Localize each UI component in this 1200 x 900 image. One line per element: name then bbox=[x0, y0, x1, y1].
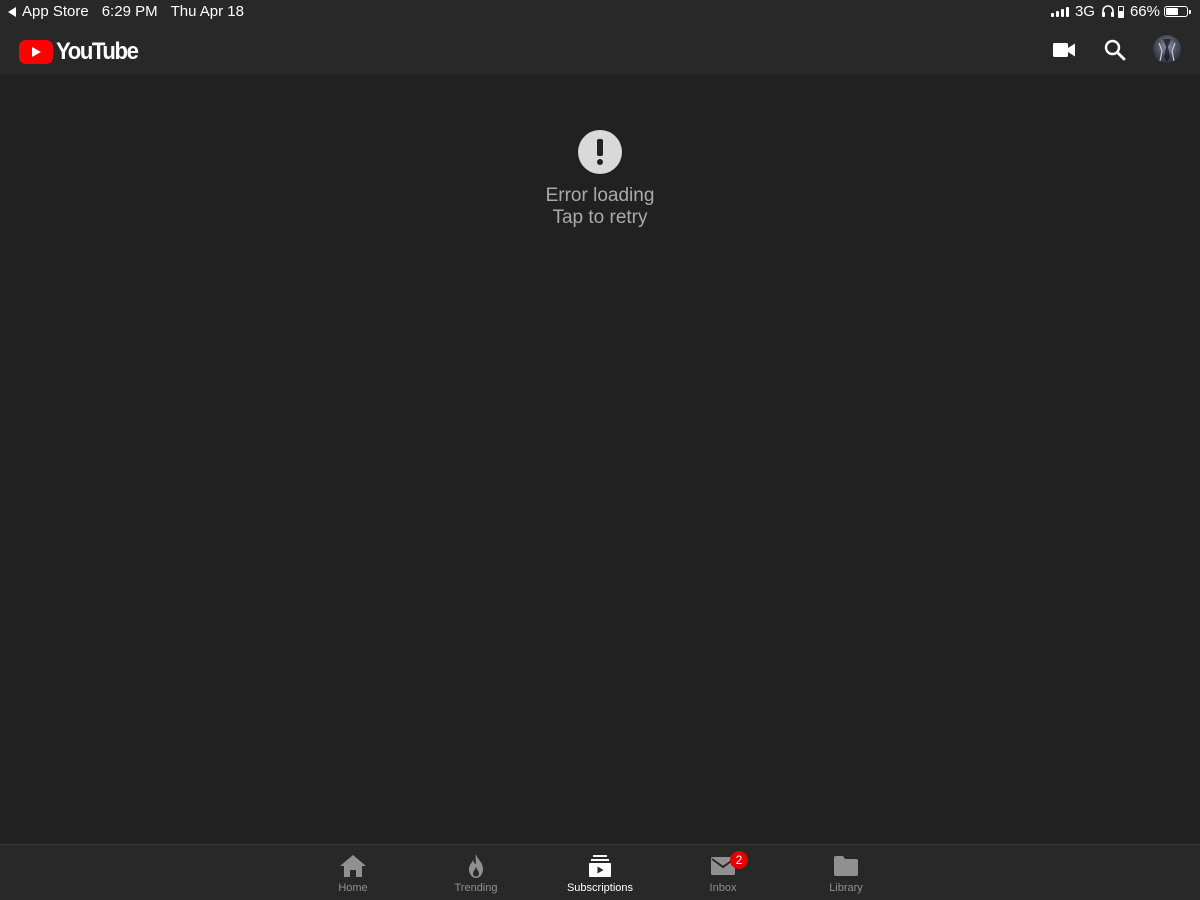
exclamation-dot bbox=[597, 159, 603, 165]
upload-video-button[interactable] bbox=[1050, 36, 1078, 64]
subscriptions-icon-wrap bbox=[550, 851, 650, 881]
exclamation-bar bbox=[597, 139, 603, 156]
logo-text: YouTube bbox=[56, 38, 139, 65]
folder-icon-wrap bbox=[796, 851, 896, 881]
home-icon-wrap bbox=[303, 851, 403, 881]
folder-icon bbox=[834, 856, 858, 876]
mail-icon-wrap: 2 bbox=[673, 851, 773, 881]
search-button[interactable] bbox=[1101, 36, 1129, 64]
error-retry-area[interactable]: Error loading Tap to retry bbox=[450, 130, 750, 229]
youtube-play-logo-icon bbox=[19, 40, 53, 64]
search-icon bbox=[1104, 39, 1126, 61]
home-icon bbox=[340, 855, 366, 877]
youtube-logo[interactable]: YouTube bbox=[19, 38, 145, 66]
status-time: 6:29 PM bbox=[101, 3, 158, 20]
exclamation-circle-icon bbox=[578, 130, 622, 174]
status-date: Thu Apr 18 bbox=[170, 3, 244, 20]
tab-inbox-label: Inbox bbox=[709, 882, 737, 894]
status-right: 3G 66% bbox=[1050, 3, 1191, 20]
tab-subscriptions[interactable]: Subscriptions bbox=[550, 851, 650, 894]
battery-icon bbox=[1164, 6, 1191, 17]
subscriptions-icon bbox=[589, 855, 611, 877]
status-bar: App Store 6:29 PM Thu Apr 18 3G 66% bbox=[0, 0, 1200, 24]
bottom-navigation: Home Trending Subscriptions 2 Inbox Libr… bbox=[0, 844, 1200, 900]
back-arrow-icon[interactable] bbox=[8, 6, 16, 17]
tab-home[interactable]: Home bbox=[303, 851, 403, 894]
inbox-badge: 2 bbox=[730, 851, 748, 869]
app-bar: YouTube bbox=[0, 24, 1200, 75]
back-to-app-label[interactable]: App Store bbox=[22, 3, 89, 20]
avatar[interactable] bbox=[1153, 35, 1181, 63]
flame-icon bbox=[469, 854, 483, 878]
tab-library[interactable]: Library bbox=[796, 851, 896, 894]
battery-fill bbox=[1166, 8, 1178, 15]
error-title: Error loading bbox=[545, 185, 655, 206]
tab-subscriptions-label: Subscriptions bbox=[566, 882, 634, 894]
battery-small-icon bbox=[1117, 5, 1124, 18]
cellular-signal-icon bbox=[1050, 6, 1069, 17]
network-type: 3G bbox=[1074, 3, 1095, 20]
tab-library-label: Library bbox=[829, 882, 863, 894]
tab-home-label: Home bbox=[338, 882, 368, 894]
tab-trending[interactable]: Trending bbox=[426, 851, 526, 894]
flame-icon-wrap bbox=[426, 851, 526, 881]
battery-percent: 66% bbox=[1129, 3, 1160, 20]
tab-inbox[interactable]: 2 Inbox bbox=[673, 851, 773, 894]
retry-label[interactable]: Tap to retry bbox=[450, 207, 750, 229]
status-left: App Store 6:29 PM Thu Apr 18 bbox=[8, 3, 244, 20]
headphones-icon bbox=[1101, 5, 1115, 18]
video-camera-icon bbox=[1053, 43, 1075, 57]
tab-trending-label: Trending bbox=[454, 882, 498, 894]
avatar-image-icon bbox=[1158, 39, 1176, 62]
